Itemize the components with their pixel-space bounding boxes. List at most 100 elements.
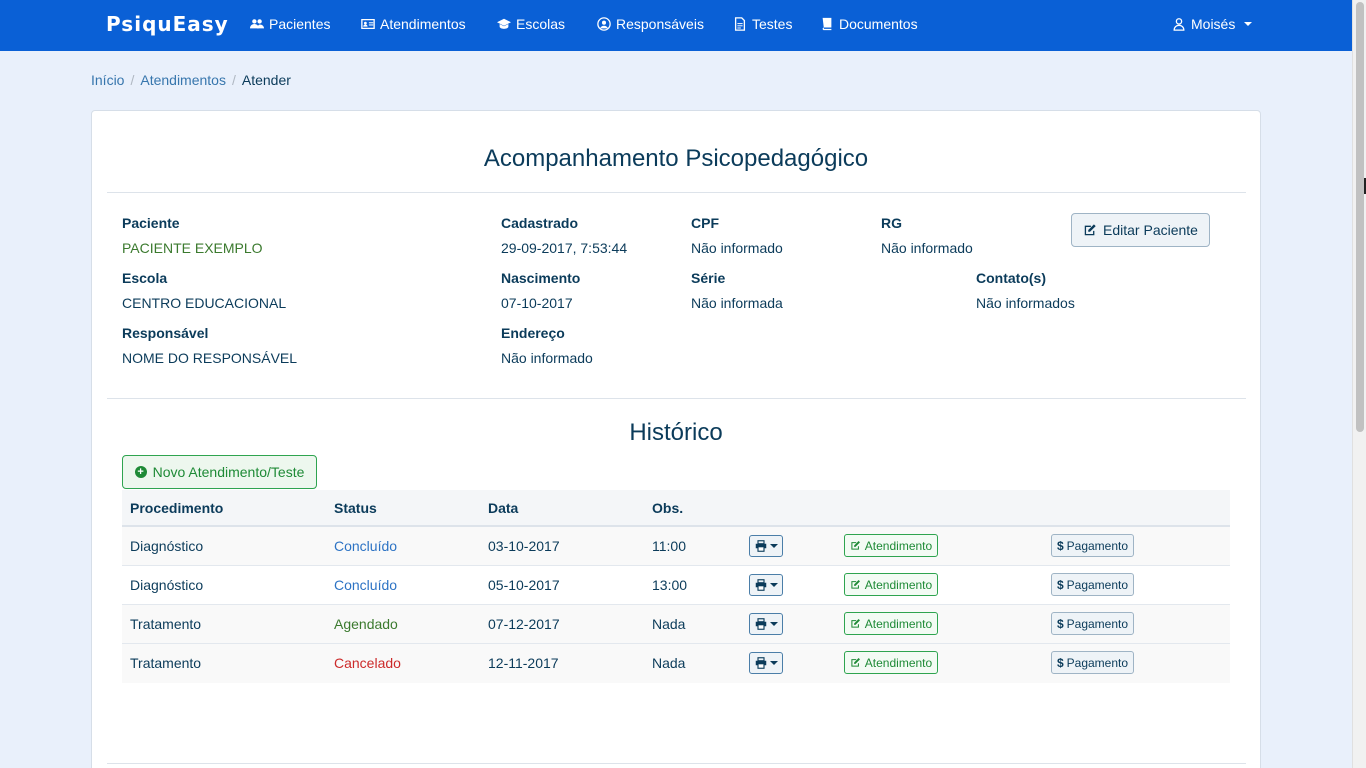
breadcrumb-separator: / bbox=[130, 72, 135, 88]
field-escola: Escola CENTRO EDUCACIONAL bbox=[122, 270, 286, 311]
print-icon bbox=[755, 657, 766, 669]
nav-item-escolas[interactable]: Escolas bbox=[497, 16, 565, 32]
pagamento-button[interactable]: $ Pagamento bbox=[1051, 573, 1134, 596]
pagamento-label: Pagamento bbox=[1066, 577, 1129, 592]
status-cell: Concluído bbox=[334, 577, 398, 593]
edit-icon bbox=[851, 658, 860, 667]
column-header-data: Data bbox=[488, 500, 519, 516]
procedure-cell: Tratamento bbox=[130, 655, 202, 671]
atendimento-button[interactable]: Atendimento bbox=[844, 651, 938, 674]
divider bbox=[107, 398, 1246, 399]
user-menu[interactable]: Moisés bbox=[1172, 16, 1253, 32]
atendimento-button[interactable]: Atendimento bbox=[844, 612, 938, 635]
obs-cell: 11:00 bbox=[652, 538, 686, 554]
print-icon bbox=[755, 618, 766, 630]
guardian-value: NOME DO RESPONSÁVEL bbox=[122, 350, 298, 366]
print-dropdown-button[interactable] bbox=[749, 574, 783, 596]
print-dropdown-button[interactable] bbox=[749, 535, 783, 557]
field-label: Endereço bbox=[501, 325, 565, 341]
pagamento-label: Pagamento bbox=[1066, 538, 1129, 553]
divider bbox=[107, 192, 1246, 193]
nav-item-label: Testes bbox=[752, 16, 793, 32]
user-icon bbox=[1173, 18, 1185, 31]
atendimento-label: Atendimento bbox=[864, 616, 933, 631]
field-serie: Série Não informada bbox=[691, 270, 783, 311]
breadcrumb-separator: / bbox=[231, 72, 236, 88]
atendimento-label: Atendimento bbox=[864, 577, 933, 592]
grade-value: Não informada bbox=[691, 295, 783, 311]
field-label: Escola bbox=[122, 270, 168, 286]
print-dropdown-button[interactable] bbox=[749, 652, 783, 674]
plus-circle-icon: + bbox=[134, 466, 147, 478]
nav-item-documentos[interactable]: Documentos bbox=[820, 16, 918, 32]
edit-icon bbox=[851, 580, 860, 589]
table-header: Procedimento Status Data Obs. bbox=[122, 490, 1230, 527]
pagamento-button[interactable]: $ Pagamento bbox=[1051, 612, 1134, 635]
nav-item-label: Pacientes bbox=[269, 16, 331, 32]
atendimento-button[interactable]: Atendimento bbox=[844, 534, 938, 557]
date-cell: 05-10-2017 bbox=[488, 577, 560, 593]
field-endereco: Endereço Não informado bbox=[501, 325, 593, 366]
status-cell: Concluído bbox=[334, 538, 398, 554]
cpf-value: Não informado bbox=[691, 240, 783, 256]
vertical-scrollbar[interactable] bbox=[1352, 0, 1366, 768]
atendimento-label: Atendimento bbox=[864, 655, 933, 670]
table-row: Tratamento Agendado 07-12-2017 Nada Aten… bbox=[122, 605, 1230, 644]
main-panel: Acompanhamento Psicopedagógico Paciente … bbox=[91, 110, 1261, 768]
book-icon bbox=[822, 17, 832, 31]
field-label: Série bbox=[691, 270, 726, 286]
file-text-icon bbox=[734, 17, 746, 31]
caret-down-icon bbox=[1244, 22, 1253, 26]
caret-down-icon bbox=[769, 544, 778, 548]
table-row: Diagnóstico Concluído 05-10-2017 13:00 A… bbox=[122, 566, 1230, 605]
dollar-icon: $ bbox=[1056, 577, 1064, 592]
caret-down-icon bbox=[769, 661, 778, 665]
nav-item-testes[interactable]: Testes bbox=[733, 16, 792, 32]
date-cell: 07-12-2017 bbox=[488, 616, 560, 632]
divider bbox=[107, 763, 1246, 764]
nav-item-pacientes[interactable]: Pacientes bbox=[250, 16, 330, 32]
obs-cell: Nada bbox=[652, 616, 686, 632]
print-icon bbox=[755, 540, 766, 552]
dollar-icon: $ bbox=[1056, 616, 1064, 631]
column-header-status: Status bbox=[334, 500, 377, 516]
breadcrumb-home[interactable]: Início bbox=[91, 72, 124, 88]
pagamento-button[interactable]: $ Pagamento bbox=[1051, 651, 1134, 674]
pagamento-label: Pagamento bbox=[1066, 616, 1129, 631]
field-nascimento: Nascimento 07-10-2017 bbox=[501, 270, 580, 311]
edit-icon bbox=[851, 619, 860, 628]
scrollbar-thumb[interactable] bbox=[1356, 2, 1364, 432]
edit-patient-label: Editar Paciente bbox=[1103, 222, 1198, 238]
user-name: Moisés bbox=[1191, 16, 1236, 32]
pagamento-button[interactable]: $ Pagamento bbox=[1051, 534, 1134, 557]
field-label: Contato(s) bbox=[976, 270, 1046, 286]
brand-logo[interactable]: PsiquEasy bbox=[106, 12, 229, 36]
column-header-procedimento: Procedimento bbox=[130, 500, 224, 516]
field-responsavel: Responsável NOME DO RESPONSÁVEL bbox=[122, 325, 297, 366]
print-icon bbox=[755, 579, 766, 591]
procedure-cell: Diagnóstico bbox=[130, 538, 204, 554]
field-cadastrado: Cadastrado 29-09-2017, 7:53:44 bbox=[501, 215, 627, 256]
new-appointment-button[interactable]: + Novo Atendimento/Teste bbox=[122, 455, 317, 489]
procedure-cell: Diagnóstico bbox=[130, 577, 204, 593]
registered-value: 29-09-2017, 7:53:44 bbox=[501, 240, 628, 256]
contacts-value: Não informados bbox=[976, 295, 1075, 311]
status-cell: Agendado bbox=[334, 616, 398, 632]
user-circle-icon bbox=[597, 17, 611, 31]
date-cell: 12-11-2017 bbox=[488, 655, 559, 671]
edit-patient-button[interactable]: Editar Paciente bbox=[1071, 213, 1210, 247]
breadcrumb-atendimentos[interactable]: Atendimentos bbox=[140, 72, 226, 88]
field-contatos: Contato(s) Não informados bbox=[976, 270, 1075, 311]
nav-item-atendimentos[interactable]: Atendimentos bbox=[361, 16, 466, 32]
nav-item-label: Atendimentos bbox=[380, 16, 466, 32]
users-icon bbox=[250, 19, 264, 29]
nav-item-label: Escolas bbox=[516, 16, 566, 32]
breadcrumb: Início / Atendimentos / Atender bbox=[91, 72, 291, 88]
rg-value: Não informado bbox=[881, 240, 973, 256]
school-value: CENTRO EDUCACIONAL bbox=[122, 295, 287, 311]
atendimento-button[interactable]: Atendimento bbox=[844, 573, 938, 596]
print-dropdown-button[interactable] bbox=[749, 613, 783, 635]
graduation-cap-icon bbox=[497, 18, 511, 29]
field-paciente: Paciente PACIENTE EXEMPLO bbox=[122, 215, 263, 256]
nav-item-responsaveis[interactable]: Responsáveis bbox=[597, 16, 704, 32]
